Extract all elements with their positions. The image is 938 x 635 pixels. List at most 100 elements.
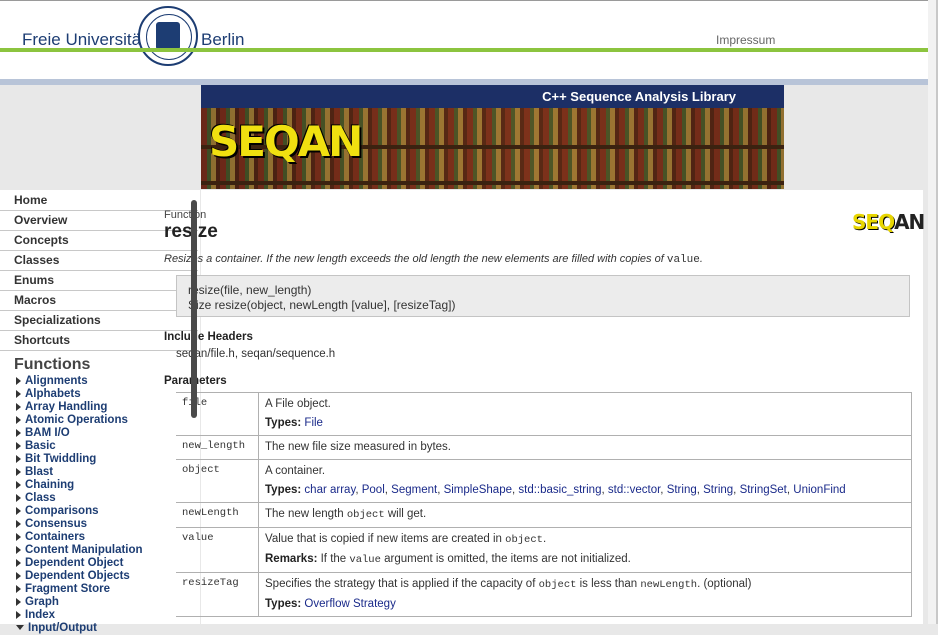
expand-triangle-icon xyxy=(16,415,21,424)
param-desc-part: is less than xyxy=(576,578,641,590)
expand-triangle-icon xyxy=(16,571,21,580)
collapse-triangle-icon xyxy=(16,625,24,631)
function-group-label: Chaining xyxy=(25,479,75,491)
impressum-link[interactable]: Impressum xyxy=(716,33,775,47)
param-desc-text: The new length xyxy=(265,508,347,520)
function-group-atomic-operations[interactable]: Atomic Operations xyxy=(0,414,200,427)
table-row: file A File object. Types: File xyxy=(176,392,912,436)
function-group-label: Content Manipulation xyxy=(25,544,143,556)
sidebar-item-macros[interactable]: Macros xyxy=(0,291,198,311)
param-desc-code: object xyxy=(538,579,577,591)
param-name: file xyxy=(176,392,259,436)
university-name-left: Freie Universität xyxy=(22,30,146,49)
param-types: Types: File xyxy=(265,416,905,431)
function-group-chaining[interactable]: Chaining xyxy=(0,479,200,492)
function-group-alphabets[interactable]: Alphabets xyxy=(0,388,200,401)
param-desc-part: Value that is copied if new items are cr… xyxy=(265,533,506,545)
types-label: Types: xyxy=(265,417,302,429)
type-link[interactable]: StringSet xyxy=(740,484,787,496)
type-link[interactable]: SimpleShape xyxy=(444,484,512,496)
function-group-bam-io[interactable]: BAM I/O xyxy=(0,427,200,440)
expand-triangle-icon xyxy=(16,558,21,567)
function-group-label: Containers xyxy=(25,531,86,543)
type-link[interactable]: char array xyxy=(304,484,355,496)
type-link[interactable]: String xyxy=(703,484,733,496)
param-types: Types: char array, Pool, Segment, Simple… xyxy=(265,484,846,496)
function-group-label: Dependent Objects xyxy=(25,570,130,582)
param-remarks: Remarks: If the value argument is omitte… xyxy=(265,552,905,568)
function-group-blast[interactable]: Blast xyxy=(0,466,200,479)
function-group-dependent-object[interactable]: Dependent Object xyxy=(0,557,200,570)
seqan-banner: C++ Sequence Analysis Library SEQAN xyxy=(201,85,784,189)
type-link[interactable]: File xyxy=(304,417,323,429)
seqan-mini-logo: SEQAN xyxy=(850,200,925,240)
function-group-containers[interactable]: Containers xyxy=(0,531,200,544)
sidebar-functions-heading: Functions xyxy=(14,356,91,373)
expand-triangle-icon xyxy=(16,506,21,515)
function-group-label: Index xyxy=(25,609,56,621)
type-link[interactable]: Overflow Strategy xyxy=(304,598,395,610)
function-group-array-handling[interactable]: Array Handling xyxy=(0,401,200,414)
function-group-comparisons[interactable]: Comparisons xyxy=(0,505,200,518)
param-name: value xyxy=(176,527,259,573)
param-desc-text: A container. xyxy=(265,465,326,477)
remarks-text: argument is omitted, the items are not i… xyxy=(380,553,631,565)
function-group-graph[interactable]: Graph xyxy=(0,596,200,609)
table-row: newLength The new length object will get… xyxy=(176,502,912,528)
function-group-class[interactable]: Class xyxy=(0,492,200,505)
expand-triangle-icon xyxy=(16,428,21,437)
mini-logo-text: SEQAN xyxy=(852,210,925,234)
type-link[interactable]: Segment xyxy=(391,484,437,496)
function-group-label: Class xyxy=(25,492,56,504)
param-desc-text: Value that is copied if new items are cr… xyxy=(265,532,905,548)
sidebar-item-home[interactable]: Home xyxy=(0,190,198,211)
function-group-dependent-objects[interactable]: Dependent Objects xyxy=(0,570,200,583)
function-group-fragment-store[interactable]: Fragment Store xyxy=(0,583,200,596)
expand-triangle-icon xyxy=(16,376,21,385)
sidebar-scrollbar[interactable] xyxy=(191,200,197,418)
param-description: The new length object will get. xyxy=(258,502,912,528)
param-name: newLength xyxy=(176,502,259,528)
expand-triangle-icon xyxy=(16,467,21,476)
description-code: value xyxy=(666,254,700,266)
sidebar-item-enums[interactable]: Enums xyxy=(0,271,198,291)
param-desc-part: Specifies the strategy that is applied i… xyxy=(265,578,539,590)
type-link[interactable]: std::vector xyxy=(608,484,660,496)
remarks-code: value xyxy=(349,554,381,566)
seqan-logo[interactable]: SEQAN xyxy=(209,117,363,166)
function-group-content-manipulation[interactable]: Content Manipulation xyxy=(0,544,200,557)
function-group-basic[interactable]: Basic xyxy=(0,440,200,453)
university-name-right: Berlin xyxy=(201,30,245,49)
expand-triangle-icon xyxy=(16,454,21,463)
expand-triangle-icon xyxy=(16,441,21,450)
param-description: The new file size measured in bytes. xyxy=(258,435,912,460)
sidebar-item-specializations[interactable]: Specializations xyxy=(0,311,198,331)
param-description: Value that is copied if new items are cr… xyxy=(258,527,912,573)
expand-triangle-icon xyxy=(16,532,21,541)
signature-box: resize(file, new_length) Size resize(obj… xyxy=(176,275,910,317)
shelf-divider xyxy=(201,181,784,185)
param-name: new_length xyxy=(176,435,259,460)
param-desc-code: object xyxy=(346,509,385,521)
expand-triangle-icon xyxy=(16,519,21,528)
function-group-label: Blast xyxy=(25,466,54,478)
function-group-label: Bit Twiddling xyxy=(25,453,97,465)
function-group-consensus[interactable]: Consensus xyxy=(0,518,200,531)
type-link[interactable]: std::basic_string xyxy=(518,484,601,496)
signature-line: Size resize(object, newLength [value], [… xyxy=(188,298,456,312)
function-group-index[interactable]: Index xyxy=(0,609,200,622)
table-row: resizeTag Specifies the strategy that is… xyxy=(176,572,912,617)
type-link[interactable]: String xyxy=(667,484,697,496)
param-types: Types: Overflow Strategy xyxy=(265,597,905,612)
type-link[interactable]: Pool xyxy=(362,484,385,496)
param-desc-text: will get. xyxy=(384,508,427,520)
function-group-label: Basic xyxy=(25,440,56,452)
expand-triangle-icon xyxy=(16,493,21,502)
function-group-label: Array Handling xyxy=(25,401,108,413)
function-group-label: Dependent Object xyxy=(25,557,124,569)
type-link[interactable]: UnionFind xyxy=(793,484,845,496)
table-row: new_length The new file size measured in… xyxy=(176,435,912,460)
function-group-label: Comparisons xyxy=(25,505,99,517)
function-group-bit-twiddling[interactable]: Bit Twiddling xyxy=(0,453,200,466)
expand-triangle-icon xyxy=(16,597,21,606)
